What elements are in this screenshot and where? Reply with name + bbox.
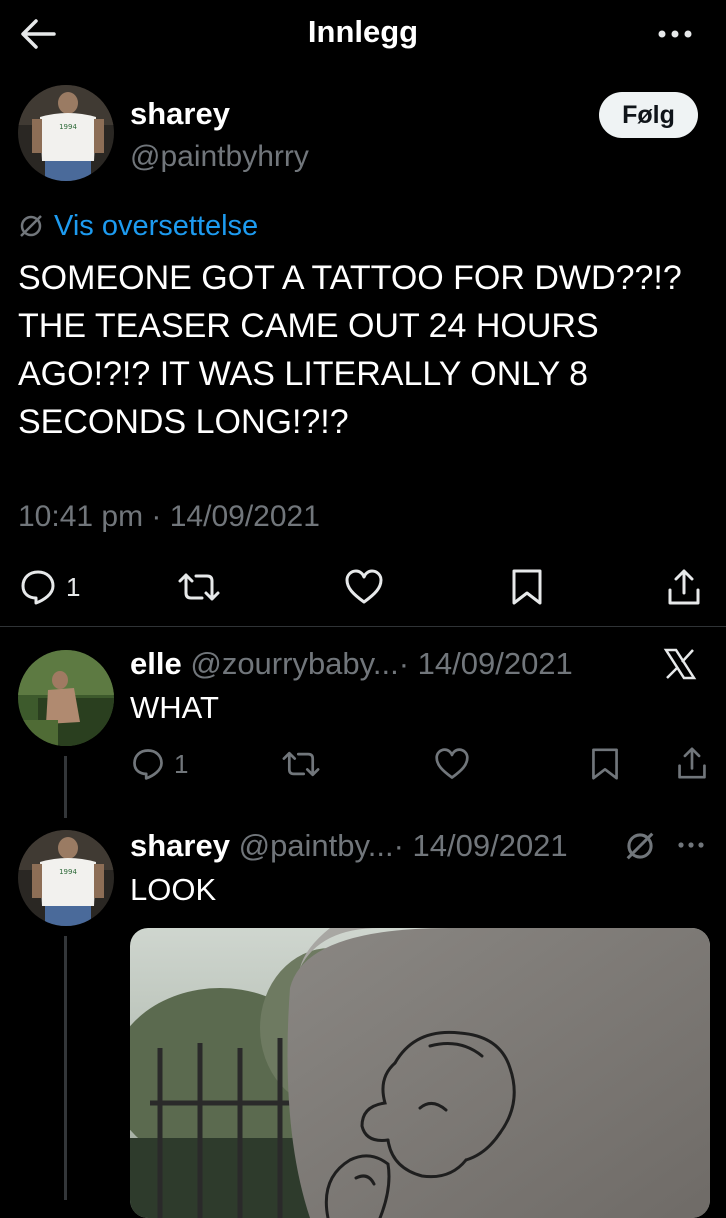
author-handle[interactable]: @paintbyhrry: [130, 140, 309, 174]
reply-text: WHAT: [130, 690, 219, 725]
share-icon: [678, 747, 706, 779]
like-button[interactable]: [343, 567, 385, 607]
reply-button[interactable]: 1: [18, 567, 80, 607]
reply-author-name[interactable]: sharey: [130, 828, 230, 863]
author-name[interactable]: sharey: [130, 96, 230, 132]
bookmark-icon: [512, 569, 542, 605]
reply-icon: [133, 749, 163, 780]
svg-text:1994: 1994: [59, 868, 77, 876]
share-icon: [668, 569, 700, 605]
avatar[interactable]: 1994: [18, 85, 114, 181]
bookmark-button[interactable]: [589, 746, 621, 782]
heart-icon: [345, 569, 383, 604]
reply-button[interactable]: 1: [130, 746, 188, 782]
post-timestamp[interactable]: 10:41 pm · 14/09/2021: [18, 500, 320, 534]
repost-icon: [178, 573, 220, 601]
post-text-line: THE TEASER CAME OUT 24 HOURS: [18, 307, 599, 345]
top-bar: Innlegg: [0, 0, 726, 70]
translate-icon: [20, 215, 42, 237]
post-text-line: AGO!?!? IT WAS LITERALLY ONLY 8: [18, 355, 589, 393]
avatar[interactable]: [18, 650, 114, 746]
x-logo: [662, 646, 698, 682]
share-button[interactable]: [676, 744, 708, 782]
share-button[interactable]: [666, 566, 702, 608]
page-title: Innlegg: [307, 14, 419, 49]
avatar[interactable]: 1994: [18, 830, 114, 926]
more-options-button[interactable]: [650, 14, 700, 54]
more-options-button[interactable]: [674, 828, 708, 862]
bookmark-button[interactable]: [509, 567, 545, 607]
follow-button[interactable]: Følg: [599, 92, 698, 138]
more-horizontal-icon: [678, 842, 704, 848]
post-text: SOMEONE GOT A TATTOO FOR DWD??!? THE TEA…: [18, 254, 708, 446]
more-horizontal-icon: [658, 30, 692, 38]
translate-icon: [626, 832, 654, 860]
like-button[interactable]: [433, 746, 471, 782]
x-logo-icon: [663, 648, 697, 680]
post-text-line: SECONDS LONG!?!?: [18, 403, 349, 441]
reply-header: sharey @paintby...· 14/09/2021: [130, 828, 568, 864]
bookmark-icon: [592, 748, 618, 780]
translate-label: Vis oversettelse: [54, 209, 259, 242]
reply-author-handle[interactable]: @paintby...: [239, 828, 394, 863]
translate-link[interactable]: Vis oversettelse: [18, 206, 258, 246]
reply-author-handle[interactable]: @zourrybaby...: [190, 646, 398, 681]
repost-icon: [282, 751, 320, 777]
thread-line: [64, 756, 67, 818]
reply-header: elle @zourrybaby...· 14/09/2021: [130, 646, 573, 682]
thread-line: [64, 936, 67, 1200]
post-text-line: SOMEONE GOT A TATTOO FOR DWD??!?: [18, 259, 682, 297]
repost-button[interactable]: [280, 746, 322, 782]
reply-icon: [21, 570, 55, 605]
translate-badge[interactable]: [624, 830, 656, 862]
reply-count: 1: [174, 748, 189, 779]
svg-text:1994: 1994: [59, 123, 77, 131]
reply-date: · 14/09/2021: [393, 828, 568, 863]
heart-icon: [435, 748, 469, 779]
post-media-image[interactable]: [130, 928, 710, 1218]
reply-date: · 14/09/2021: [398, 646, 573, 681]
repost-button[interactable]: [176, 567, 222, 607]
reply-text: LOOK: [130, 872, 217, 907]
divider: [0, 626, 726, 627]
reply-count: 1: [66, 571, 81, 602]
reply-author-name[interactable]: elle: [130, 646, 182, 681]
